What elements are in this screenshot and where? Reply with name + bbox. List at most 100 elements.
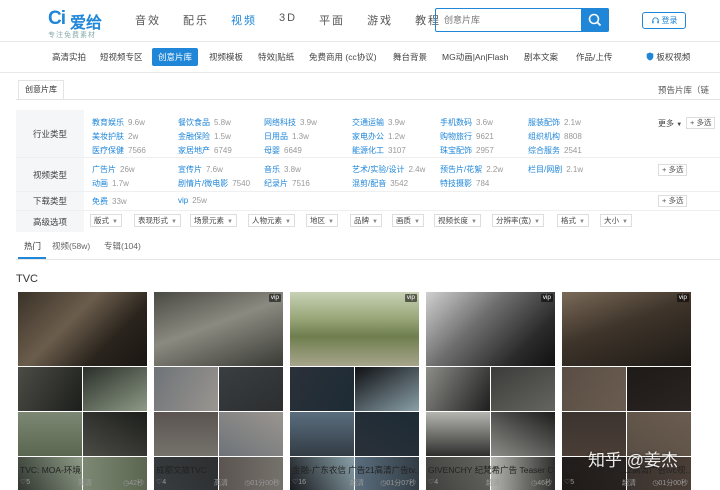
industry-option-name: 金融保险 <box>178 132 210 141</box>
industry-option[interactable]: 能源化工 3107 <box>352 145 406 156</box>
industry-option[interactable]: 交通运输 3.9w <box>352 117 405 128</box>
advanced-dropdown[interactable]: 格式 ▼ <box>557 214 589 227</box>
industry-option[interactable]: 购物旅行 9621 <box>440 131 494 142</box>
subnav-item-free-commercial[interactable]: 免费商用 (cc协议) <box>305 48 381 66</box>
video-card[interactable]: vip GIVENCHY 纪梵希广告 Teaser C... ♡4 超清 ◷46秒 <box>426 292 555 490</box>
industry-option[interactable]: 家电办公 1.2w <box>352 131 405 142</box>
advanced-dropdown[interactable]: 画质 ▼ <box>392 214 424 227</box>
subnav-item-effects[interactable]: 特效|贴纸 <box>254 48 298 66</box>
industry-option[interactable]: 教育娱乐 9.6w <box>92 117 145 128</box>
video-thumbnail[interactable]: vip <box>426 292 555 366</box>
industry-option[interactable]: 母婴 6649 <box>264 145 302 156</box>
video-type-option[interactable]: 预告片/花絮 2.2w <box>440 164 503 175</box>
subnav-item-creative-library[interactable]: 创意片库 <box>152 48 199 66</box>
advanced-dropdown[interactable]: 地区 ▼ <box>306 214 338 227</box>
video-type-option[interactable]: 栏目/网剧 2.1w <box>528 164 583 175</box>
industry-option-name: 日用品 <box>264 132 288 141</box>
copyright-video-link[interactable]: 板权视频 <box>646 48 690 66</box>
industry-option[interactable]: 珠宝配饰 2957 <box>440 145 494 156</box>
advanced-dropdown[interactable]: 场景元素 ▼ <box>190 214 237 227</box>
video-type-option[interactable]: 特技摄影 784 <box>440 178 489 189</box>
video-type-option[interactable]: 艺术/实验/设计 2.4w <box>352 164 425 175</box>
video-thumbnail[interactable]: vip <box>290 292 419 366</box>
video-card[interactable]: vip 金融-广东农信 广告21高清广告tv... ♡16 超清 ◷01分07秒 <box>290 292 419 490</box>
breadcrumb[interactable]: 创意片库 <box>18 80 64 100</box>
likes-value: 4 <box>434 479 439 486</box>
download-type-option[interactable]: vip 25w <box>178 196 207 205</box>
advanced-dropdown[interactable]: 版式 ▼ <box>90 214 122 227</box>
advanced-dropdown[interactable]: 品牌 ▼ <box>350 214 382 227</box>
advanced-dropdown[interactable]: 表现形式 ▼ <box>134 214 181 227</box>
industry-option[interactable]: 网络科技 3.9w <box>264 117 317 128</box>
video-card[interactable]: vip 成都文旅TVC ♡4 高清 ◷01分00秒 <box>154 292 283 490</box>
industry-option[interactable]: 手机数码 3.6w <box>440 117 493 128</box>
subnav-item-mg-animation[interactable]: MG动画|An|Flash <box>438 48 512 66</box>
advanced-dropdown[interactable]: 分辨率(宽) ▼ <box>492 214 544 227</box>
tab-videos[interactable]: 视频(58w) <box>52 240 90 252</box>
search-input[interactable] <box>436 9 582 31</box>
section-title: TVC <box>16 273 38 285</box>
nav-item-graphic[interactable]: 平面 <box>319 12 345 28</box>
video-type-option-name: 混剪/配音 <box>352 179 387 188</box>
video-thumbnail[interactable]: vip <box>154 292 283 366</box>
video-title[interactable]: GIVENCHY 纪梵希广告 Teaser C... <box>428 464 554 476</box>
subnav-item-short-video[interactable]: 短视频专区 <box>96 48 147 66</box>
likes-count: ♡5 <box>564 478 574 486</box>
subnav-item-upload[interactable]: 作品/上传 <box>572 48 616 66</box>
search-button[interactable] <box>581 8 609 32</box>
industry-option[interactable]: 综合服务 2541 <box>528 145 582 156</box>
video-frame-preview <box>491 412 555 456</box>
industry-option[interactable]: 金融保险 1.5w <box>178 131 231 142</box>
video-thumbnail[interactable]: vip <box>562 292 691 366</box>
multi-select-button-industry[interactable]: + 多选 <box>686 117 716 129</box>
video-card[interactable]: TVC: MOA-环境 ♡5 高清 ◷42秒 <box>18 292 147 490</box>
advanced-dropdown[interactable]: 视频长度 ▼ <box>434 214 481 227</box>
video-type-option[interactable]: 纪录片 7516 <box>264 178 310 189</box>
trailer-library-link[interactable]: 预告片库（链 <box>658 84 709 96</box>
video-type-option[interactable]: 广告片 26w <box>92 164 135 175</box>
video-title[interactable]: 金融-广东农信 广告21高清广告tv... <box>292 464 418 476</box>
industry-option-count: 3.6w <box>476 118 493 127</box>
subnav-item-script[interactable]: 剧本文案 <box>520 48 562 66</box>
industry-option[interactable]: 医疗保健 7566 <box>92 145 146 156</box>
tab-hot[interactable]: 热门 <box>24 240 41 252</box>
multi-select-button-download-type[interactable]: + 多选 <box>658 195 688 207</box>
video-thumbnail[interactable] <box>18 292 147 366</box>
industry-option[interactable]: 家居地产 6749 <box>178 145 232 156</box>
video-title[interactable]: 成都文旅TVC <box>156 464 282 476</box>
video-type-option[interactable]: 宣传片 7.6w <box>178 164 223 175</box>
industry-option[interactable]: 餐饮食品 5.8w <box>178 117 231 128</box>
subnav-item-stage-bg[interactable]: 舞台背景 <box>389 48 431 66</box>
industry-option-name: 网络科技 <box>264 118 296 127</box>
video-type-option[interactable]: 音乐 3.8w <box>264 164 301 175</box>
video-type-option[interactable]: 混剪/配音 3542 <box>352 178 408 189</box>
more-label: 更多 <box>658 119 674 128</box>
industry-option-name: 手机数码 <box>440 118 472 127</box>
industry-option-name: 综合服务 <box>528 146 560 155</box>
subnav-item-video-template[interactable]: 视频模板 <box>205 48 247 66</box>
video-type-option-count: 2.4w <box>408 165 426 174</box>
nav-item-music[interactable]: 配乐 <box>183 12 209 28</box>
more-button[interactable]: 更多 ▼ <box>658 118 682 129</box>
nav-item-game[interactable]: 游戏 <box>367 12 393 28</box>
site-logo[interactable]: Ci 爱给 专注免费素材 <box>48 6 120 39</box>
advanced-dropdown[interactable]: 大小 ▼ <box>600 214 632 227</box>
nav-item-video[interactable]: 视频 <box>231 12 257 28</box>
video-type-option[interactable]: 动画 1.7w <box>92 178 129 189</box>
tab-albums[interactable]: 专辑(104) <box>104 240 141 252</box>
nav-item-3d[interactable]: 3D <box>279 12 297 28</box>
industry-option[interactable]: 组织机构 8808 <box>528 131 582 142</box>
industry-option[interactable]: 日用品 1.3w <box>264 131 309 142</box>
download-type-option[interactable]: 免费 33w <box>92 196 127 207</box>
industry-option[interactable]: 服装配饰 2.1w <box>528 117 581 128</box>
industry-option[interactable]: 美妆护肤 2w <box>92 131 138 142</box>
login-button[interactable]: 登录 <box>642 12 686 29</box>
likes-count: ♡4 <box>156 478 166 486</box>
nav-item-sound[interactable]: 音效 <box>135 12 161 28</box>
chevron-down-icon: ▼ <box>471 219 477 225</box>
advanced-dropdown[interactable]: 人物元素 ▼ <box>248 214 295 227</box>
subnav-item-hd-footage[interactable]: 高清实拍 <box>48 48 90 66</box>
video-type-option[interactable]: 剧情片/微电影 7540 <box>178 178 250 189</box>
multi-select-button-video-type[interactable]: + 多选 <box>658 164 688 176</box>
video-title[interactable]: TVC: MOA-环境 <box>20 464 146 476</box>
